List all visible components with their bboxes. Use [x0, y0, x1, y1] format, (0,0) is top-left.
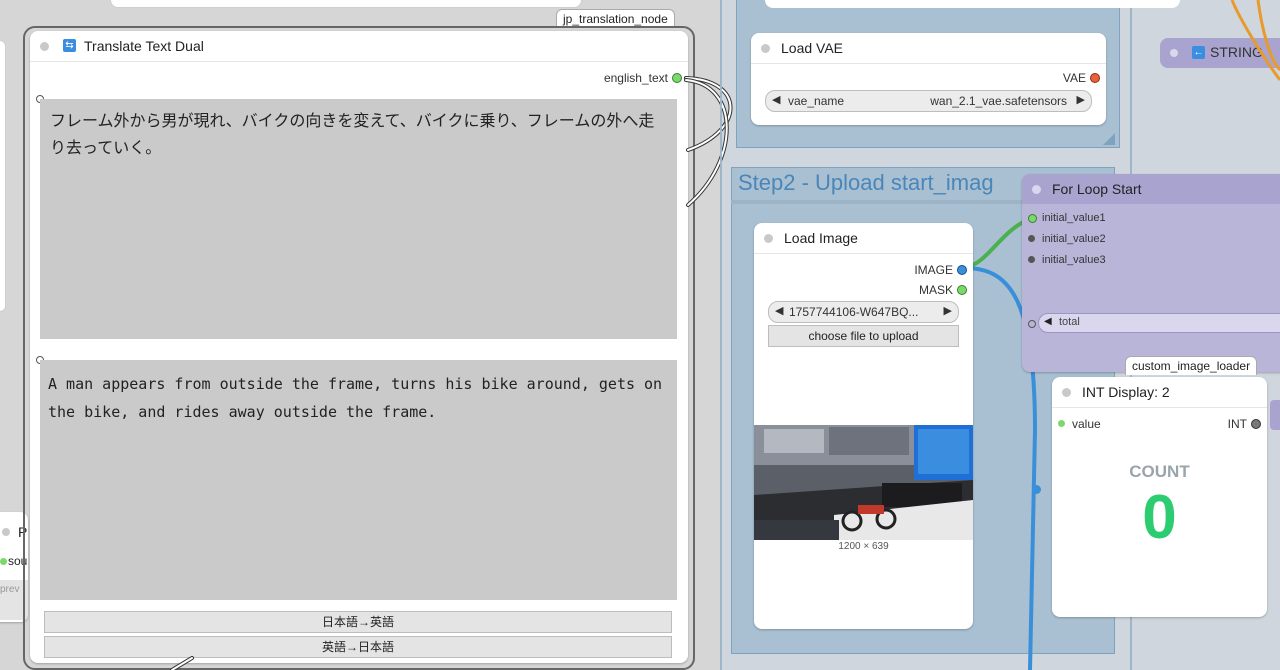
output-port-image[interactable]	[957, 265, 967, 275]
node-tag-custom-image-loader: custom_image_loader	[1125, 356, 1258, 375]
arrow-right-icon[interactable]: ▶	[944, 304, 952, 317]
input-port-value[interactable]	[1058, 420, 1065, 427]
arrow-left-icon[interactable]: ◀	[1044, 316, 1052, 327]
output-port-int[interactable]	[1251, 419, 1261, 429]
output-label-int: INT	[1227, 417, 1247, 431]
widget-value: 1757744106-W647BQ...	[789, 305, 919, 319]
output-port-mask[interactable]	[957, 285, 967, 295]
choose-file-button[interactable]: choose file to upload	[768, 325, 959, 347]
input-label-initial-value1: initial_value1	[1042, 212, 1106, 224]
total-input-port[interactable]	[1028, 320, 1036, 328]
input-port-initial-value3[interactable]	[1028, 256, 1035, 263]
input-label-value: value	[1072, 417, 1101, 431]
node-status-dot	[1062, 388, 1071, 397]
node-header[interactable]: Load Image	[754, 223, 973, 254]
node-header[interactable]: For Loop Start	[1022, 174, 1280, 204]
output-label-mask: MASK	[918, 283, 953, 297]
input-port-initial-value2[interactable]	[1028, 235, 1035, 242]
image-file-widget[interactable]: ◀ 1757744106-W647BQ... ▶	[768, 301, 959, 323]
link-orange-1	[1230, 0, 1280, 81]
int-display-node[interactable]: INT Display: 2 value INT COUNT 0	[1052, 377, 1267, 617]
image-preview	[754, 425, 973, 540]
node-title: Load Image	[784, 230, 858, 246]
image-size-label: 1200 × 639	[838, 541, 889, 552]
input-label-initial-value2: initial_value2	[1042, 233, 1106, 245]
link-reroute-dot[interactable]	[1032, 485, 1041, 494]
node-header[interactable]: INT Display: 2	[1052, 377, 1267, 408]
node-title: For Loop Start	[1052, 181, 1142, 197]
input-label-initial-value3: initial_value3	[1042, 254, 1106, 266]
input-port-initial-value1[interactable]	[1028, 214, 1037, 223]
output-label-image: IMAGE	[914, 263, 953, 277]
partial-node-right	[1270, 400, 1280, 430]
load-image-node[interactable]: Load Image IMAGE MASK ◀ 1757744106-W647B…	[754, 223, 973, 629]
node-status-dot	[1032, 185, 1041, 194]
count-label: COUNT	[1129, 462, 1190, 481]
for-loop-start-node[interactable]: For Loop Start initial_value1 initial_va…	[1022, 174, 1280, 372]
arrow-left-icon[interactable]: ◀	[775, 304, 783, 317]
link-orange-2	[1256, 0, 1280, 72]
total-widget[interactable]: ◀ total	[1038, 313, 1280, 333]
widget-name: total	[1059, 316, 1080, 328]
count-value: 0	[1142, 483, 1177, 552]
node-status-dot	[764, 234, 773, 243]
node-title: INT Display: 2	[1082, 384, 1170, 400]
